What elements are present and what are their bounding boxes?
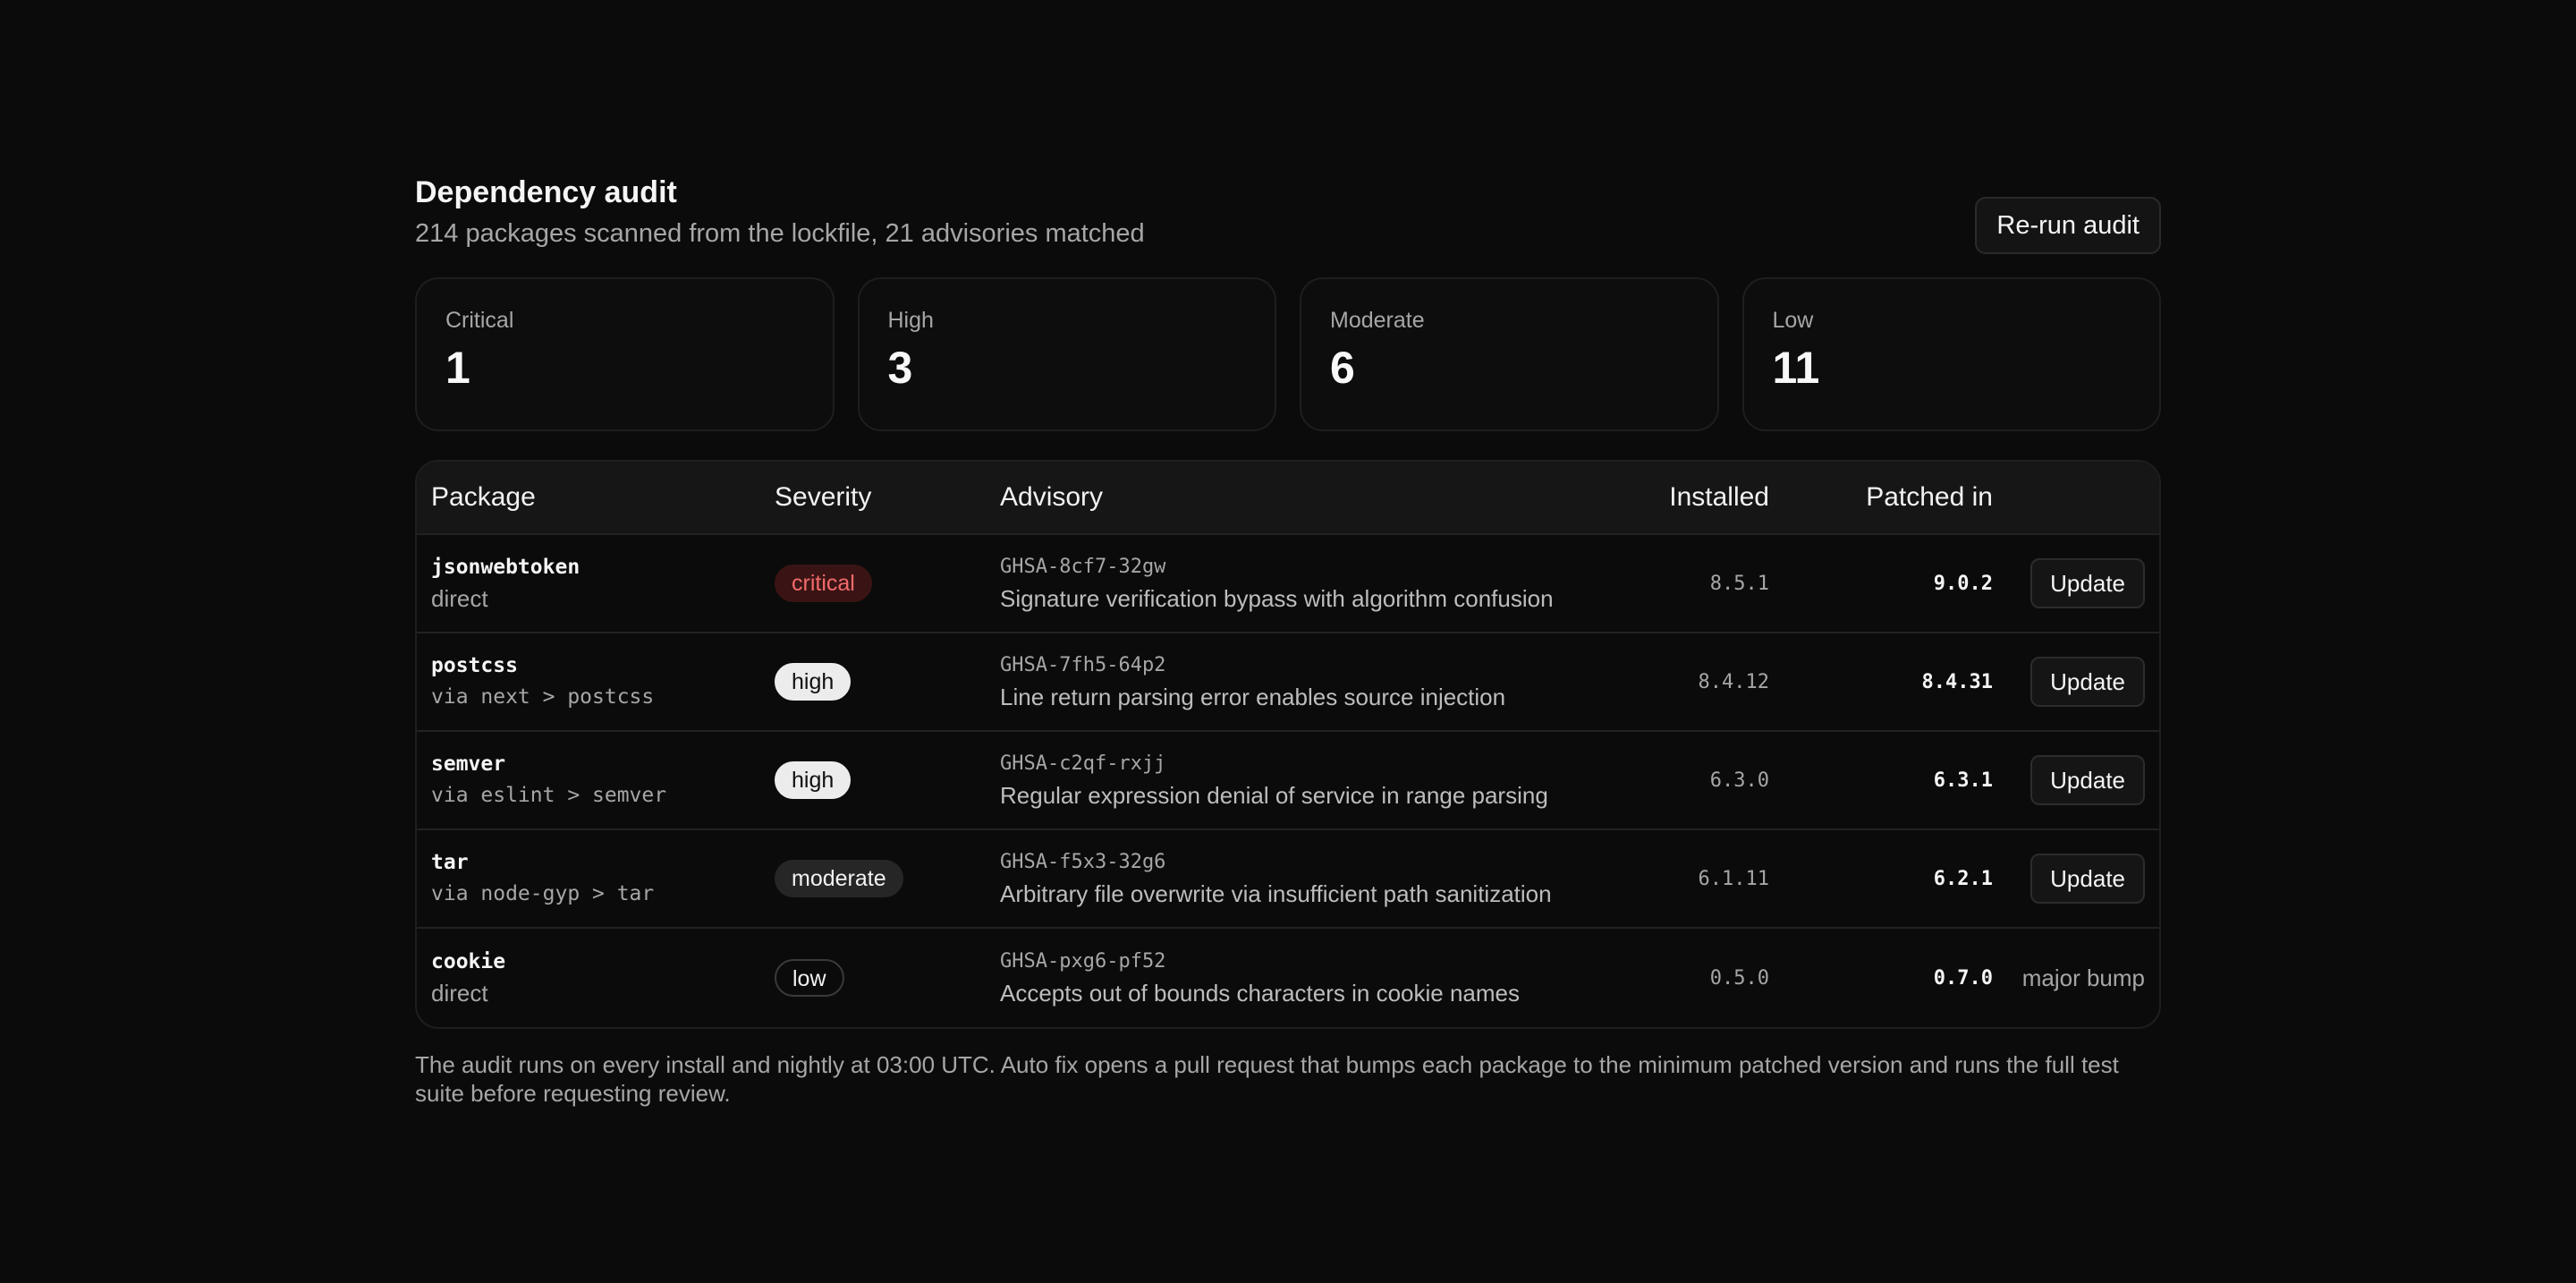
summary-card-low: Low 11 xyxy=(1741,277,2161,431)
summary-label: Low xyxy=(1772,308,1814,333)
patched-version: 9.0.2 xyxy=(1933,572,1993,595)
severity-badge: high xyxy=(775,761,852,799)
patched-version: 6.3.1 xyxy=(1933,769,1993,792)
package-name: postcss xyxy=(431,654,518,677)
summary-label: Critical xyxy=(445,308,514,333)
advisory-description: Arbitrary file overwrite via insufficien… xyxy=(1000,880,1552,907)
table-row: tar via node-gyp > tar moderate GHSA-f5x… xyxy=(417,830,2159,929)
severity-summary: Critical 1 High 3 Moderate 6 Low 11 xyxy=(415,277,2161,431)
summary-label: High xyxy=(887,308,934,333)
page-header: Dependency audit 214 packages scanned fr… xyxy=(415,174,2161,268)
column-header-package: Package xyxy=(431,482,536,512)
package-source: direct xyxy=(431,585,488,612)
advisory-id: GHSA-f5x3-32g6 xyxy=(1000,851,1166,873)
patched-version: 6.2.1 xyxy=(1933,867,1993,890)
column-header-severity: Severity xyxy=(775,482,872,512)
advisory-description: Regular expression denial of service in … xyxy=(1000,782,1548,809)
package-name: cookie xyxy=(431,950,506,973)
package-source: via next > postcss xyxy=(431,685,655,709)
patched-version: 0.7.0 xyxy=(1933,966,1993,990)
advisory-id: GHSA-c2qf-rxjj xyxy=(1000,752,1166,775)
installed-version: 8.5.1 xyxy=(1709,572,1769,595)
installed-version: 0.5.0 xyxy=(1709,966,1769,990)
update-button[interactable]: Update xyxy=(2030,558,2145,608)
package-name: tar xyxy=(431,851,469,874)
installed-version: 6.1.11 xyxy=(1698,867,1769,890)
package-source: via node-gyp > tar xyxy=(431,882,655,905)
summary-count: 11 xyxy=(1772,343,1820,393)
update-button[interactable]: Update xyxy=(2030,854,2145,904)
summary-card-moderate: Moderate 6 xyxy=(1300,277,1719,431)
installed-version: 8.4.12 xyxy=(1698,670,1769,693)
rerun-audit-button[interactable]: Re-run audit xyxy=(1975,197,2161,254)
advisory-id: GHSA-pxg6-pf52 xyxy=(1000,950,1166,973)
severity-badge: high xyxy=(775,663,852,701)
audit-panel: Dependency audit 214 packages scanned fr… xyxy=(415,174,2161,1108)
summary-count: 6 xyxy=(1330,343,1355,393)
summary-card-high: High 3 xyxy=(857,277,1276,431)
advisory-table: Package Severity Advisory Installed Patc… xyxy=(415,460,2161,1029)
update-button[interactable]: Update xyxy=(2030,657,2145,707)
column-header-patched: Patched in xyxy=(1866,482,1993,512)
table-row: postcss via next > postcss high GHSA-7fh… xyxy=(417,633,2159,732)
column-header-advisory: Advisory xyxy=(1000,482,1104,512)
column-header-installed: Installed xyxy=(1669,482,1769,512)
table-row: semver via eslint > semver high GHSA-c2q… xyxy=(417,732,2159,830)
summary-count: 1 xyxy=(445,343,470,393)
major-bump-note: major bump xyxy=(2021,964,2145,991)
advisory-id: GHSA-7fh5-64p2 xyxy=(1000,654,1166,676)
severity-badge: moderate xyxy=(775,860,903,897)
package-source: via eslint > semver xyxy=(431,784,667,807)
summary-count: 3 xyxy=(887,343,913,393)
severity-badge: low xyxy=(775,959,844,997)
advisory-id: GHSA-8cf7-32gw xyxy=(1000,556,1166,578)
package-name: jsonwebtoken xyxy=(431,556,580,579)
package-source: direct xyxy=(431,980,488,1007)
audit-footnote: The audit runs on every install and nigh… xyxy=(415,1051,2119,1107)
severity-badge: critical xyxy=(775,565,872,602)
table-row: jsonwebtoken direct critical GHSA-8cf7-3… xyxy=(417,535,2159,633)
patched-version: 8.4.31 xyxy=(1921,670,1993,693)
table-row: cookie direct low GHSA-pxg6-pf52 Accepts… xyxy=(417,929,2159,1027)
page-subtitle: 214 packages scanned from the lockfile, … xyxy=(415,219,1145,248)
advisory-description: Accepts out of bounds characters in cook… xyxy=(1000,980,1520,1007)
summary-card-critical: Critical 1 xyxy=(415,277,835,431)
update-button[interactable]: Update xyxy=(2030,755,2145,805)
package-name: semver xyxy=(431,752,506,776)
advisory-description: Signature verification bypass with algor… xyxy=(1000,585,1554,612)
installed-version: 6.3.0 xyxy=(1709,769,1769,792)
summary-label: Moderate xyxy=(1330,308,1425,333)
table-header: Package Severity Advisory Installed Patc… xyxy=(417,462,2159,535)
page-title: Dependency audit xyxy=(415,175,677,209)
advisory-description: Line return parsing error enables source… xyxy=(1000,684,1506,710)
